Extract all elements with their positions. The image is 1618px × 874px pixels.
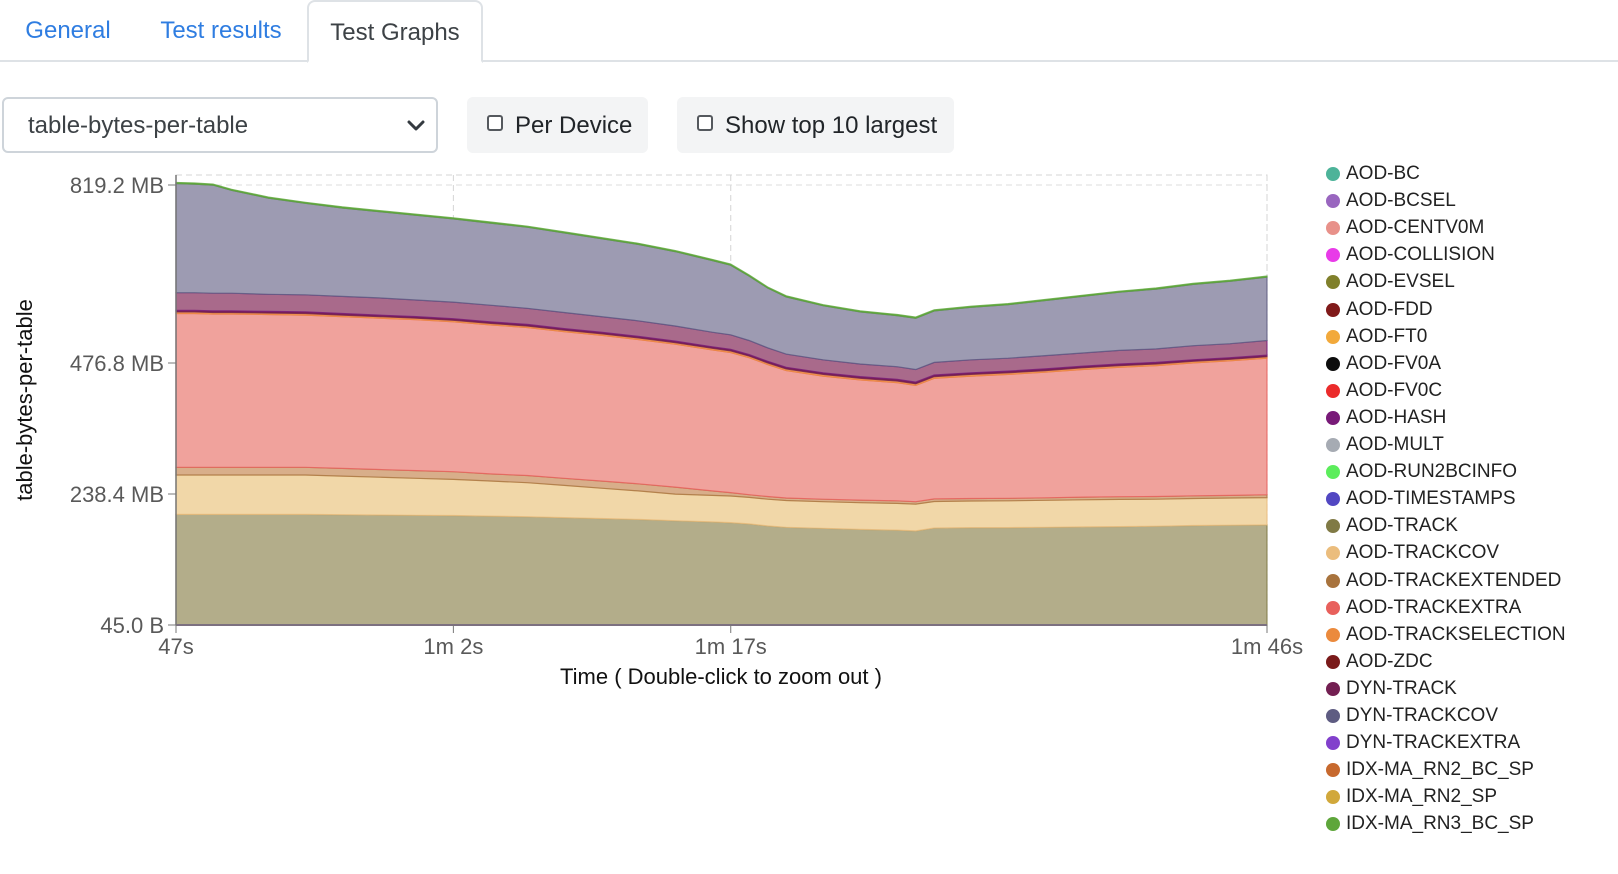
legend-swatch: [1326, 492, 1340, 507]
metric-select-value: table-bytes-per-table: [28, 112, 249, 139]
top10-toggle[interactable]: Show top 10 largest: [677, 97, 954, 153]
tab-test-results[interactable]: Test results: [140, 0, 302, 62]
legend-swatch: [1326, 790, 1340, 805]
legend-label: AOD-FT0: [1346, 325, 1428, 347]
legend-label: AOD-TRACKSELECTION: [1346, 623, 1566, 645]
legend-swatch: [1326, 438, 1340, 452]
legend-swatch: [1326, 709, 1340, 723]
x-tick-label: 1m 2s: [423, 634, 483, 659]
per-device-toggle[interactable]: Per Device: [467, 97, 648, 153]
tab-bar: General Test results Test Graphs: [0, 0, 1618, 63]
top10-checkbox[interactable]: [697, 115, 713, 131]
legend-label: IDX-MA_RN2_SP: [1346, 786, 1497, 808]
y-tick-label: 819.2 MB: [70, 173, 164, 198]
legend-label: AOD-TRACK: [1346, 515, 1458, 537]
legend-label: DYN-TRACKEXTRA: [1346, 732, 1521, 754]
legend-swatch: [1326, 654, 1340, 669]
legend-swatch: [1326, 465, 1340, 480]
metric-select[interactable]: table-bytes-per-table: [2, 97, 438, 153]
legend-swatch: [1326, 275, 1340, 290]
legend-swatch: [1326, 817, 1340, 832]
chart-areas: [175, 181, 1268, 626]
legend-label: AOD-TRACKEXTENDED: [1346, 569, 1562, 591]
y-axis-title: table-bytes-per-table: [12, 299, 37, 501]
legend-swatch: [1326, 302, 1340, 317]
legend-swatch: [1326, 681, 1340, 696]
x-tick-label: 1m 17s: [695, 634, 767, 659]
legend-label: IDX-MA_RN2_BC_SP: [1346, 759, 1534, 781]
legend-label: AOD-MULT: [1346, 434, 1444, 455]
legend-label: AOD-TRACKEXTRA: [1346, 596, 1522, 618]
legend-swatch: [1326, 763, 1340, 778]
legend-label: AOD-COLLISION: [1346, 244, 1495, 266]
x-axis-title: Time ( Double-click to zoom out ): [560, 664, 882, 689]
legend-swatch: [1326, 627, 1340, 642]
x-tick-label: 47s: [158, 634, 193, 659]
legend-label: AOD-RUN2BCINFO: [1346, 461, 1518, 483]
legend-label: AOD-EVSEL: [1346, 271, 1455, 293]
legend-label: AOD-TRACKCOV: [1346, 542, 1500, 564]
legend-label: AOD-CENTV0M: [1346, 217, 1485, 239]
legend-swatch: [1326, 248, 1340, 263]
legend-swatch: [1326, 573, 1340, 588]
legend-label: AOD-BCSEL: [1346, 190, 1456, 212]
y-tick-label: 238.4 MB: [70, 482, 164, 507]
y-tick-label: 476.8 MB: [70, 351, 164, 376]
legend-label: DYN-TRACKCOV: [1346, 705, 1499, 726]
legend-label: AOD-FDD: [1346, 298, 1433, 320]
legend-swatch: [1326, 356, 1340, 371]
per-device-label: Per Device: [515, 112, 633, 139]
legend-swatch: [1326, 329, 1340, 344]
stacked-area-chart[interactable]: 819.2 MB 476.8 MB 238.4 MB 45.0 B47s 1m 2s 1m…: [0, 160, 1315, 700]
legend-label: DYN-TRACK: [1346, 677, 1457, 699]
per-device-checkbox[interactable]: [487, 115, 503, 131]
legend-swatch: [1326, 221, 1340, 236]
area-aod-track: [175, 513, 1268, 626]
legend-swatch: [1326, 519, 1340, 534]
legend-swatch: [1326, 194, 1340, 209]
legend-label: AOD-ZDC: [1346, 650, 1433, 672]
legend-swatch: [1326, 383, 1340, 398]
legend-swatch: [1326, 546, 1340, 561]
chevron-down-icon: [407, 120, 425, 131]
legend-label: AOD-FV0A: [1346, 352, 1442, 374]
y-tick-label: 45.0 B: [100, 613, 164, 638]
tab-general[interactable]: General: [0, 0, 136, 62]
top10-label: Show top 10 largest: [725, 112, 938, 139]
legend-label: AOD-FV0C: [1346, 379, 1443, 401]
legend-swatch: [1326, 167, 1340, 181]
x-tick-label: 1m 46s: [1231, 634, 1303, 659]
legend-label: IDX-MA_RN3_BC_SP: [1346, 813, 1534, 835]
tab-test-graphs[interactable]: Test Graphs: [307, 0, 483, 63]
legend-swatch: [1326, 410, 1340, 425]
legend-label: AOD-HASH: [1346, 406, 1447, 428]
legend-label: AOD-BC: [1346, 163, 1420, 184]
legend-swatch: [1326, 736, 1340, 751]
legend-swatch: [1326, 600, 1340, 615]
legend-label: AOD-TIMESTAMPS: [1346, 488, 1516, 510]
